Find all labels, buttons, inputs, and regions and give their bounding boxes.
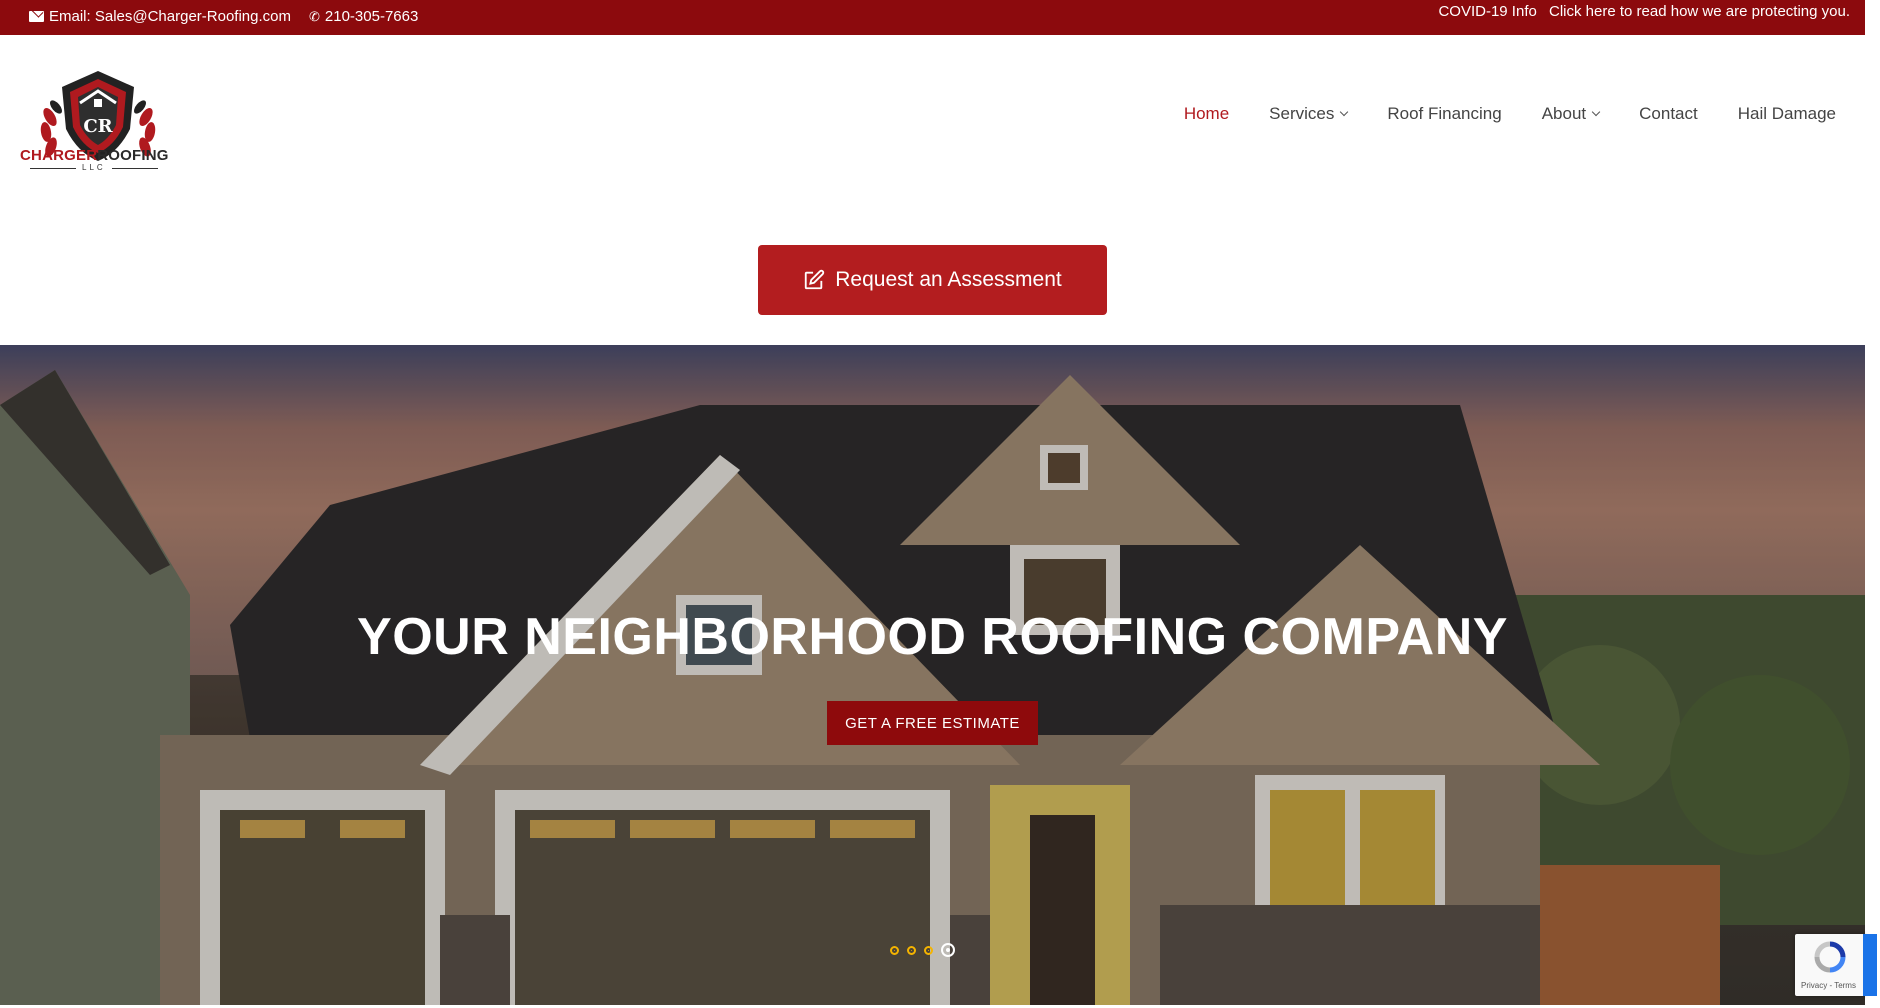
logo-sub: LLC bbox=[30, 163, 158, 172]
recaptcha-links[interactable]: Privacy - Terms bbox=[1801, 981, 1856, 990]
phone-text: 210-305-7663 bbox=[324, 8, 419, 25]
slider-dots bbox=[890, 943, 955, 957]
covid-info[interactable]: COVID-19 Info Click here to read how we … bbox=[1438, 3, 1850, 20]
chevron-down-icon bbox=[1340, 107, 1349, 117]
logo-wordmark: CHARGERROOFING bbox=[20, 147, 169, 164]
recaptcha-badge[interactable]: Privacy - Terms bbox=[1795, 934, 1877, 996]
nav-services[interactable]: Services bbox=[1269, 104, 1349, 124]
slider-dot-2[interactable] bbox=[907, 946, 916, 955]
request-assessment-label: Request an Assessment bbox=[835, 268, 1062, 291]
nav-home[interactable]: Home bbox=[1184, 104, 1229, 124]
phone-icon: ✆ bbox=[309, 9, 320, 24]
nav-roof-financing-label: Roof Financing bbox=[1387, 104, 1502, 123]
covid-label: COVID-19 Info bbox=[1438, 3, 1537, 20]
recaptcha-bar bbox=[1863, 934, 1877, 996]
request-assessment-button[interactable]: Request an Assessment bbox=[758, 245, 1107, 315]
nav-contact[interactable]: Contact bbox=[1639, 104, 1698, 124]
nav-about[interactable]: About bbox=[1541, 104, 1601, 124]
email-text: Email: Sales@Charger-Roofing.com bbox=[49, 8, 291, 25]
slider-dot-1[interactable] bbox=[890, 946, 899, 955]
top-bar: Email: Sales@Charger-Roofing.com ✆ 210-3… bbox=[0, 0, 1865, 35]
mail-icon bbox=[29, 11, 44, 22]
email-link[interactable]: Email: Sales@Charger-Roofing.com bbox=[29, 8, 291, 25]
free-estimate-button[interactable]: GET A FREE ESTIMATE bbox=[827, 701, 1038, 745]
covid-link[interactable]: Click here to read how we are protecting… bbox=[1549, 3, 1850, 20]
slider-dot-3[interactable] bbox=[924, 946, 933, 955]
nav-hail-damage[interactable]: Hail Damage bbox=[1738, 104, 1836, 124]
logo-word2: ROOFING bbox=[97, 147, 169, 164]
hero-title: YOUR NEIGHBORHOOD ROOFING COMPANY bbox=[357, 608, 1508, 666]
nav-roof-financing[interactable]: Roof Financing bbox=[1387, 104, 1501, 124]
hero-slider: YOUR NEIGHBORHOOD ROOFING COMPANY GET A … bbox=[0, 345, 1865, 1005]
hero-overlay bbox=[0, 345, 1865, 1005]
phone-link[interactable]: ✆ 210-305-7663 bbox=[309, 8, 418, 25]
nav-home-label: Home bbox=[1183, 104, 1230, 123]
nav-contact-label: Contact bbox=[1639, 104, 1698, 123]
slider-dot-4[interactable] bbox=[941, 943, 955, 957]
svg-text:CR: CR bbox=[83, 116, 113, 137]
nav-hail-damage-label: Hail Damage bbox=[1737, 104, 1836, 123]
recaptcha-icon bbox=[1814, 941, 1846, 973]
logo-word1: CHARGER bbox=[20, 147, 98, 164]
main-nav: Home Services Roof Financing About Conta… bbox=[1184, 104, 1836, 124]
site-header: CR CHARGERROOFING LLC Home Services Roof… bbox=[0, 35, 1865, 185]
chevron-down-icon bbox=[1591, 107, 1601, 117]
edit-icon bbox=[805, 269, 825, 290]
nav-services-label: Services bbox=[1269, 104, 1335, 123]
nav-about-label: About bbox=[1541, 104, 1587, 123]
